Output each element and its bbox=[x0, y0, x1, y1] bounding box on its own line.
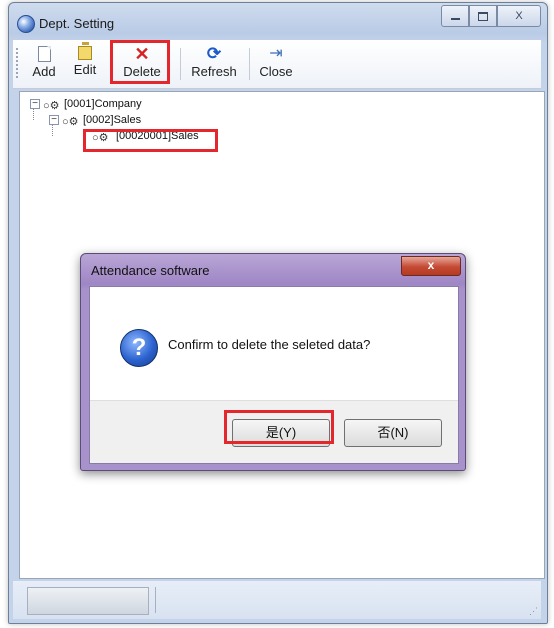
close-button[interactable]: ⇥ Close bbox=[255, 44, 297, 84]
toolbar-grip[interactable] bbox=[16, 48, 18, 80]
tree-line bbox=[33, 108, 34, 120]
resize-grip-icon[interactable]: ⋰ bbox=[529, 606, 539, 617]
status-bar: ⋰ bbox=[13, 581, 541, 619]
dialog-message: Confirm to delete the seleted data? bbox=[168, 337, 371, 352]
toolbar: Add Edit ✕ Delete ⟳ Refresh ⇥ Close bbox=[13, 40, 541, 89]
collapse-toggle[interactable]: − bbox=[49, 115, 59, 125]
toolbar-separator bbox=[249, 48, 250, 80]
edit-label: Edit bbox=[73, 62, 97, 77]
dialog-title: Attendance software bbox=[91, 263, 210, 278]
no-button[interactable]: 否(N) bbox=[344, 419, 442, 447]
window-title: Dept. Setting bbox=[39, 16, 115, 31]
maximize-icon bbox=[478, 11, 488, 21]
refresh-label: Refresh bbox=[191, 64, 237, 79]
new-document-icon bbox=[37, 46, 51, 62]
add-label: Add bbox=[32, 64, 56, 79]
org-node-icon: ○⚙ bbox=[62, 116, 79, 128]
status-separator bbox=[155, 587, 156, 613]
close-label: Close bbox=[259, 64, 293, 79]
app-icon bbox=[17, 15, 35, 33]
org-node-icon: ○⚙ bbox=[43, 100, 60, 112]
folder-edit-icon bbox=[78, 42, 92, 60]
highlight-selected-node bbox=[83, 129, 218, 152]
collapse-toggle[interactable]: − bbox=[30, 99, 40, 109]
toolbar-separator bbox=[180, 48, 181, 80]
tree-line bbox=[52, 124, 53, 136]
door-exit-icon: ⇥ bbox=[269, 45, 283, 62]
status-panel bbox=[27, 587, 149, 615]
close-window-button[interactable]: X bbox=[497, 5, 541, 27]
highlight-delete-button bbox=[110, 40, 170, 84]
refresh-button[interactable]: ⟳ Refresh bbox=[185, 44, 243, 84]
edit-button[interactable]: Edit bbox=[68, 42, 102, 84]
close-icon: x bbox=[427, 258, 435, 272]
minimize-icon bbox=[450, 18, 460, 20]
maximize-button[interactable] bbox=[469, 5, 497, 27]
minimize-button[interactable] bbox=[441, 5, 469, 27]
node-label: [0002]Sales bbox=[83, 114, 142, 126]
dialog-close-button[interactable]: x bbox=[401, 256, 461, 276]
node-label: [0001]Company bbox=[64, 98, 142, 110]
caption-buttons: X bbox=[441, 5, 541, 27]
question-icon: ? bbox=[120, 329, 158, 367]
highlight-yes-button bbox=[224, 410, 334, 444]
add-button[interactable]: Add bbox=[27, 44, 61, 84]
refresh-icon: ⟳ bbox=[206, 44, 222, 63]
title-bar: Dept. Setting X bbox=[9, 3, 547, 41]
close-icon: X bbox=[515, 10, 523, 22]
